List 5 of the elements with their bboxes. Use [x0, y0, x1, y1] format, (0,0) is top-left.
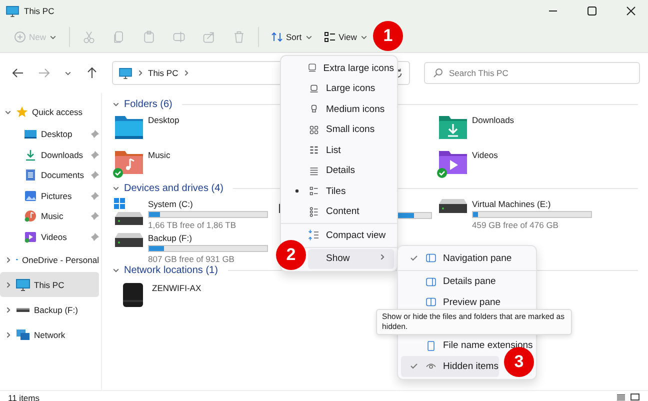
free-space-text: 459 GB free of 476 GB — [472, 220, 560, 230]
free-space-text: 807 GB free of 931 GB — [148, 254, 236, 264]
window-title: This PC — [24, 6, 56, 16]
item-count: 11 items — [8, 393, 40, 401]
free-space-text: 1,66 TB free of 1,86 TB — [148, 220, 238, 230]
